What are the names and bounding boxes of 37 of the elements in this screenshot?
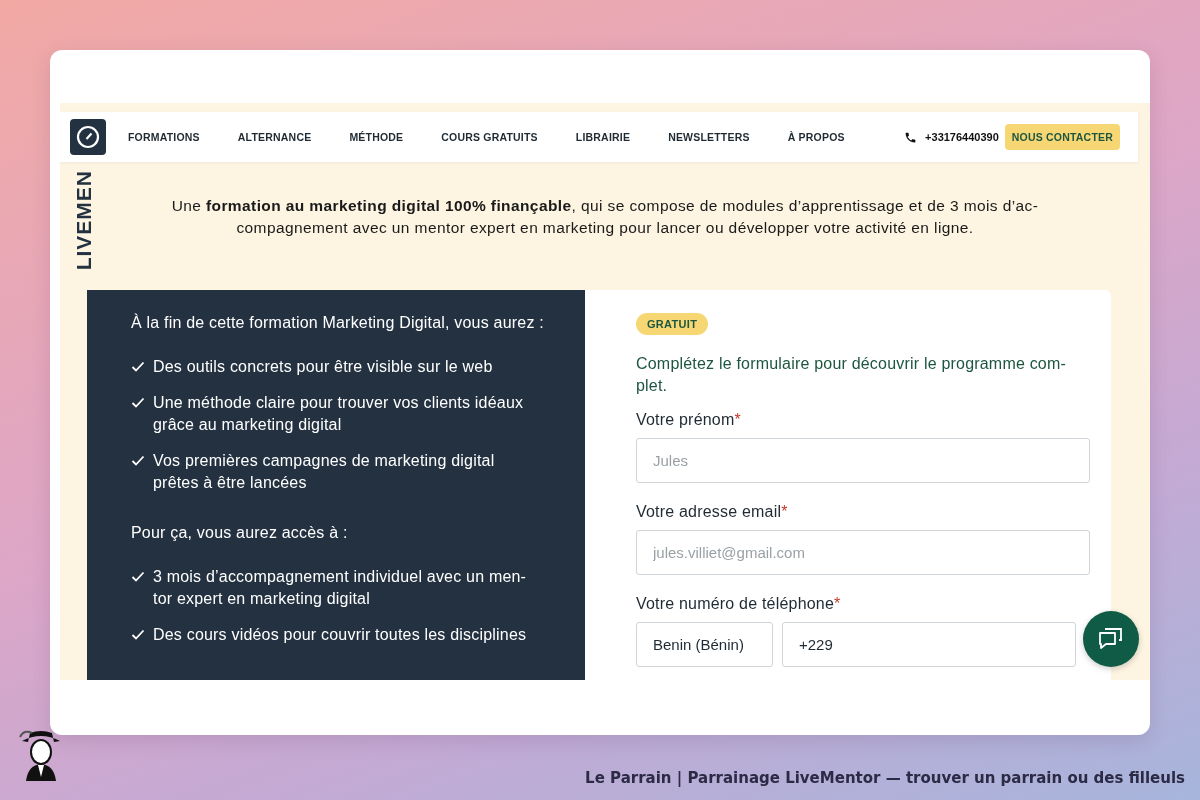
benefit-text: Une méthode claire pour trouver vos clients idéaux grâce au marketing digital [153,393,525,435]
benefit-text: Des outils concrets pour être visible sur le web [153,357,493,377]
nav-link[interactable]: FORMATIONS [118,131,219,143]
intro-text: Pour ça, vous aurez accès à : [131,523,349,543]
compass-icon [76,125,100,149]
nav-link[interactable]: MÉTHODE [330,131,423,143]
check-icon [131,397,145,409]
input-field[interactable]: Jules [636,438,1090,483]
benefit-text: Des cours vidéos pour couvrir toutes les disciplines [153,625,527,645]
check-icon [131,361,145,373]
field-label: Votre adresse email* [636,502,789,522]
chat-icon [1098,627,1124,651]
phone-field[interactable]: +229 [782,622,1076,667]
benefit-text: 3 mois d’accompagnement individuel avec un men-tor expert en marketing digital [153,567,528,609]
check-icon [131,571,145,583]
check-icon [131,455,145,467]
caption-text: Le Parrain | Parrainage LiveMentor — trouver un parrain ou des filleuls [585,769,1185,787]
country-select[interactable]: Benin (Bénin) [636,622,773,667]
phone-number[interactable]: +33176440390 [925,131,999,143]
nav-link[interactable]: À PROPOS [768,131,864,143]
hero-text: Une formation au marketing digital 100% finançable, qui se compose de modules d’apprentissage et de 3 mois d’ac-compagnement avec un mentor expert en marketing pour lancer ou développer votre activité en ligne. [170,196,1040,238]
contact-button[interactable]: NOUS CONTACTER [1004,124,1120,150]
input-field[interactable]: jules.villiet@gmail.com [636,530,1090,575]
nav-link[interactable]: LIBRAIRIE [556,131,650,143]
form-intro: Complétez le formulaire pour découvrir le programme com-plet. [636,354,1068,396]
nav-link[interactable]: COURS GRATUITS [422,131,557,143]
nav-link[interactable]: NEWSLETTERS [649,131,769,143]
free-badge: GRATUIT [636,313,709,335]
field-label: Votre prénom* [636,410,742,430]
phone-icon [904,130,918,144]
brand-logotype: LIVEMEN [72,169,96,270]
field-label: Votre numéro de téléphone* [636,594,842,614]
check-icon [131,629,145,641]
benefit-text: Vos premières campagnes de marketing digital prêtes à être lancées [153,451,496,493]
nav-link[interactable]: ALTERNANCE [218,131,331,143]
intro-text: À la fin de cette formation Marketing Digital, vous aurez : [131,312,545,333]
logo[interactable] [70,119,106,155]
